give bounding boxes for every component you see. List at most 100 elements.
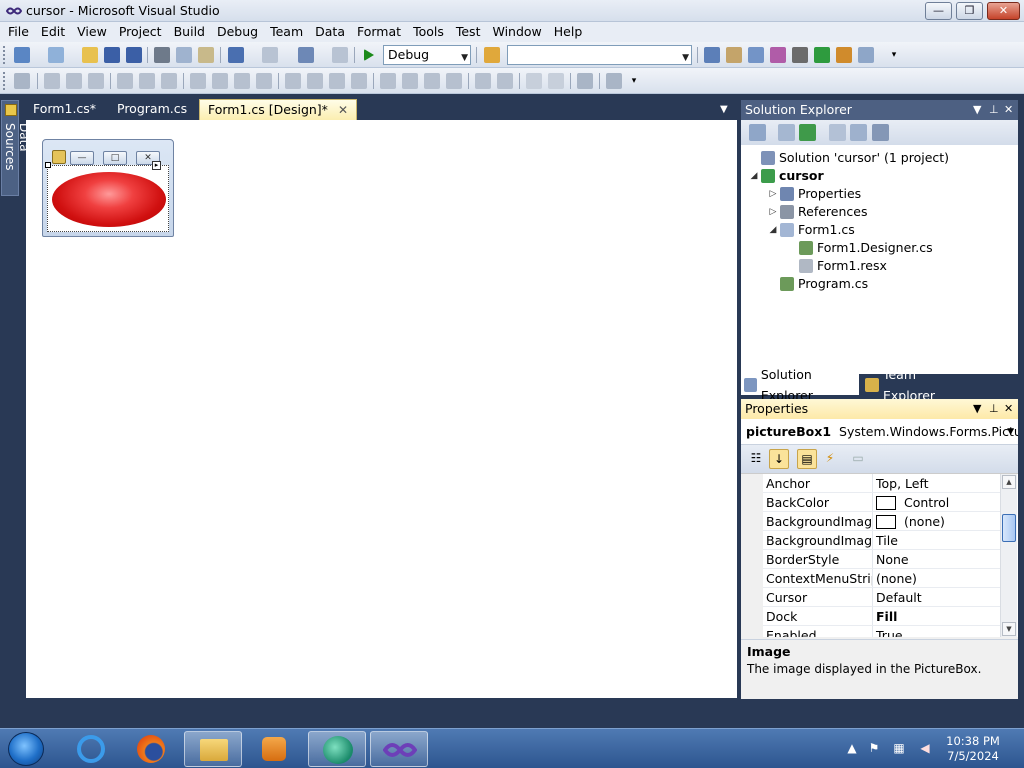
property-value[interactable]: (none) bbox=[876, 569, 917, 588]
remove-horizontal-spacing-icon[interactable] bbox=[351, 73, 367, 89]
form-minimize-button[interactable]: — bbox=[70, 151, 94, 165]
decrease-vertical-spacing-icon[interactable] bbox=[424, 73, 440, 89]
menu-team[interactable]: Team bbox=[264, 22, 309, 42]
navigate-backward-icon[interactable] bbox=[298, 47, 314, 63]
scroll-up-icon[interactable]: ▲ bbox=[1002, 475, 1016, 489]
visual-studio-icon[interactable] bbox=[370, 731, 428, 767]
file-explorer-icon[interactable] bbox=[184, 731, 242, 767]
camtasia-icon[interactable] bbox=[308, 731, 366, 767]
solution-explorer-icon[interactable] bbox=[704, 47, 720, 63]
toolbar-options-icon[interactable]: ▾ bbox=[886, 47, 902, 63]
smart-tag-glyph[interactable]: ▸ bbox=[152, 161, 161, 170]
toolbar-options-icon[interactable]: ▾ bbox=[626, 73, 642, 89]
properties-icon[interactable] bbox=[749, 124, 766, 141]
categorized-icon[interactable]: ☷ bbox=[746, 449, 766, 469]
properties-view-icon[interactable]: ▤ bbox=[797, 449, 817, 469]
align-rights-icon[interactable] bbox=[88, 73, 104, 89]
tab-form1-design[interactable]: Form1.cs [Design]* ✕ bbox=[199, 99, 357, 120]
scroll-down-icon[interactable]: ▼ bbox=[1002, 622, 1016, 636]
align-lefts-icon[interactable] bbox=[44, 73, 60, 89]
property-value[interactable]: Control bbox=[876, 493, 949, 512]
bring-to-front-icon[interactable] bbox=[526, 73, 542, 89]
menu-test[interactable]: Test bbox=[450, 22, 487, 42]
tree-item[interactable]: Solution 'cursor' (1 project) bbox=[747, 149, 949, 167]
solution-explorer-header[interactable]: Solution Explorer ▼ ⊥ ✕ bbox=[741, 100, 1018, 120]
network-icon[interactable]: ▦ bbox=[892, 741, 906, 755]
undo-icon[interactable] bbox=[228, 47, 244, 63]
close-icon[interactable]: ✕ bbox=[1004, 399, 1013, 419]
property-value[interactable]: None bbox=[876, 550, 909, 569]
tree-item[interactable]: ▷ References bbox=[766, 203, 867, 221]
form-maximize-button[interactable]: □ bbox=[103, 151, 127, 165]
property-row[interactable]: BackgroundImage (none) bbox=[763, 512, 1000, 531]
view-code-icon[interactable] bbox=[829, 124, 846, 141]
increase-vertical-spacing-icon[interactable] bbox=[402, 73, 418, 89]
align-bottoms-icon[interactable] bbox=[161, 73, 177, 89]
property-row[interactable]: BackColor Control bbox=[763, 493, 1000, 512]
add-item-icon[interactable] bbox=[48, 47, 64, 63]
collapse-arrow-icon[interactable]: ◢ bbox=[766, 221, 780, 239]
menu-window[interactable]: Window bbox=[486, 22, 547, 42]
copy-icon[interactable] bbox=[176, 47, 192, 63]
tab-team-explorer[interactable]: Team Explorer bbox=[862, 367, 972, 403]
action-center-flag-icon[interactable]: ⚑ bbox=[867, 741, 881, 755]
toolbar-grip[interactable] bbox=[3, 46, 6, 64]
start-button[interactable] bbox=[8, 732, 44, 766]
make-same-width-icon[interactable] bbox=[190, 73, 206, 89]
send-to-back-icon[interactable] bbox=[548, 73, 564, 89]
start-page-icon[interactable] bbox=[814, 47, 830, 63]
increase-horizontal-spacing-icon[interactable] bbox=[307, 73, 323, 89]
new-project-icon[interactable] bbox=[14, 47, 30, 63]
window-position-icon[interactable]: ▼ bbox=[973, 100, 981, 120]
extension-manager-icon[interactable] bbox=[836, 47, 852, 63]
tab-solution-explorer[interactable]: Solution Explorer bbox=[741, 367, 859, 403]
center-vertically-icon[interactable] bbox=[497, 73, 513, 89]
align-to-grid-icon[interactable] bbox=[14, 73, 30, 89]
tree-item[interactable]: ◢ cursor bbox=[747, 167, 824, 185]
events-icon[interactable]: ⚡ bbox=[820, 449, 840, 469]
menu-view[interactable]: View bbox=[71, 22, 113, 42]
view-designer-icon[interactable] bbox=[850, 124, 867, 141]
object-browser-icon[interactable] bbox=[748, 47, 764, 63]
navigate-forward-icon[interactable] bbox=[332, 47, 348, 63]
property-row[interactable]: Enabled True bbox=[763, 626, 1000, 637]
menu-edit[interactable]: Edit bbox=[35, 22, 71, 42]
tree-item[interactable]: Form1.resx bbox=[785, 257, 887, 275]
selection-handle[interactable] bbox=[45, 162, 51, 168]
property-value[interactable]: Tile bbox=[876, 531, 898, 550]
picturebox1[interactable] bbox=[47, 165, 169, 232]
paste-icon[interactable] bbox=[198, 47, 214, 63]
horizontal-spacing-icon[interactable] bbox=[285, 73, 301, 89]
expand-arrow-icon[interactable]: ▷ bbox=[766, 203, 780, 221]
designer-form[interactable]: — □ ✕ ▸ bbox=[42, 139, 174, 237]
property-grid-scrollbar[interactable]: ▲ ▼ bbox=[1000, 474, 1017, 637]
start-debugging-icon[interactable] bbox=[364, 49, 374, 61]
menu-project[interactable]: Project bbox=[113, 22, 168, 42]
properties-header[interactable]: Properties ▼ ⊥ ✕ bbox=[741, 399, 1018, 419]
data-sources-tab[interactable]: Data Sources bbox=[1, 100, 31, 196]
size-to-grid-icon[interactable] bbox=[212, 73, 228, 89]
tree-item[interactable]: ▷ Properties bbox=[766, 185, 861, 203]
menu-help[interactable]: Help bbox=[548, 22, 589, 42]
solution-configuration-combo[interactable]: Debug ▼ bbox=[383, 45, 471, 65]
title-bar[interactable]: cursor - Microsoft Visual Studio — ❒ ✕ bbox=[0, 0, 1024, 22]
tree-item[interactable]: Form1.Designer.cs bbox=[785, 239, 933, 257]
property-row[interactable]: BackgroundImageLa Tile bbox=[763, 531, 1000, 550]
make-same-size-icon[interactable] bbox=[256, 73, 272, 89]
alphabetical-icon[interactable]: ↓ bbox=[769, 449, 789, 469]
expand-arrow-icon[interactable]: ▷ bbox=[766, 185, 780, 203]
menu-format[interactable]: Format bbox=[351, 22, 407, 42]
tree-item[interactable]: ◢ Form1.cs bbox=[766, 221, 855, 239]
property-row[interactable]: Anchor Top, Left bbox=[763, 474, 1000, 493]
make-same-height-icon[interactable] bbox=[234, 73, 250, 89]
property-value[interactable]: Fill bbox=[876, 607, 897, 626]
property-value[interactable]: Default bbox=[876, 588, 922, 607]
find-combo[interactable]: ▼ bbox=[507, 45, 692, 65]
window-position-icon[interactable]: ▼ bbox=[973, 399, 981, 419]
close-tab-icon[interactable]: ✕ bbox=[338, 103, 348, 117]
refresh-icon[interactable] bbox=[799, 124, 816, 141]
cut-icon[interactable] bbox=[154, 47, 170, 63]
firefox-icon[interactable] bbox=[122, 731, 180, 767]
tools-icon[interactable] bbox=[792, 47, 808, 63]
tab-order-icon[interactable] bbox=[606, 73, 622, 89]
